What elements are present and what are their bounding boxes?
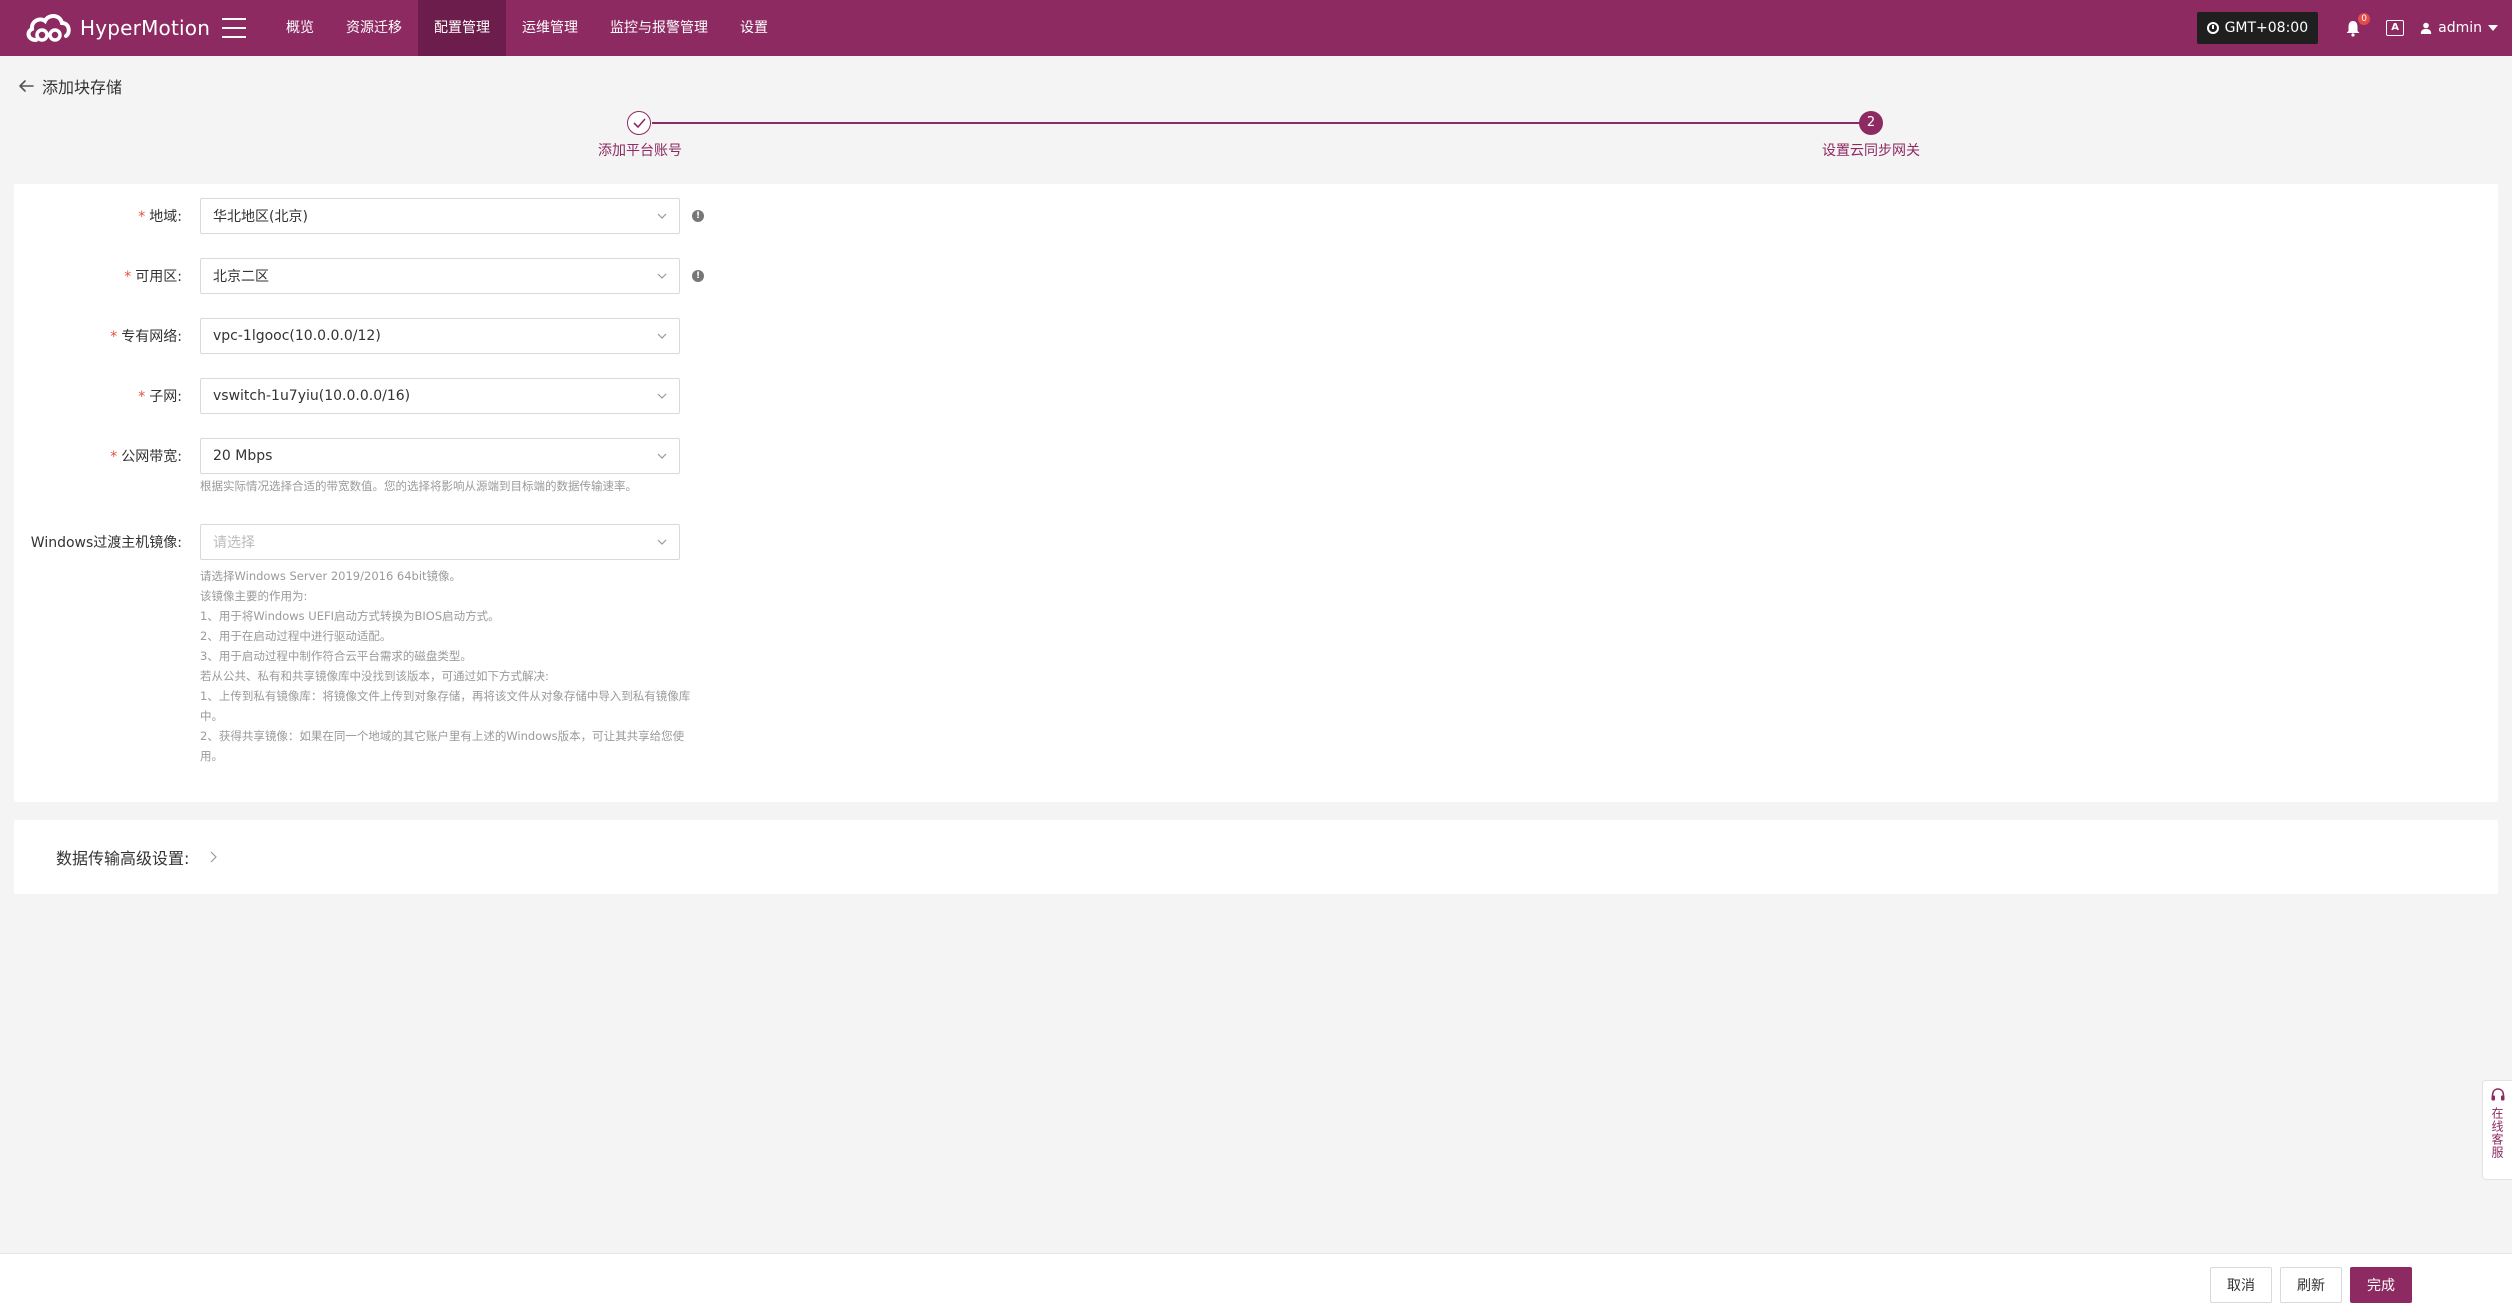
brand-logo[interactable]: HyperMotion [0, 0, 212, 56]
username: admin [2438, 20, 2482, 36]
region-value: 华北地区(北京) [213, 209, 308, 225]
chevron-down-icon [2488, 25, 2498, 31]
chevron-down-icon [657, 213, 667, 219]
bandwidth-select[interactable]: 20 Mbps [200, 438, 680, 474]
brand-name: HyperMotion [80, 16, 211, 40]
windows-image-placeholder: 请选择 [213, 535, 255, 551]
bandwidth-hint: 根据实际情况选择合适的带宽数值。您的选择将影响从源端到目标端的数据传输速率。 [200, 479, 637, 493]
main-nav: 概览 资源迁移 配置管理 运维管理 监控与报警管理 设置 [270, 0, 784, 56]
wizard-steps: 2 添加平台账号 设置云同步网关 [0, 108, 2512, 168]
check-icon [632, 118, 646, 128]
cloud-logo-icon [26, 14, 71, 42]
nav-item-overview[interactable]: 概览 [270, 0, 330, 56]
chevron-down-icon [657, 453, 667, 459]
finish-button[interactable]: 完成 [2350, 1267, 2412, 1303]
help-line: 1、用于将Windows UEFI启动方式转换为BIOS启动方式。 [200, 609, 500, 623]
help-line: 该镜像主要的作用为: [200, 589, 308, 603]
bandwidth-value: 20 Mbps [213, 448, 273, 464]
vpc-label: 专有网络: [121, 329, 182, 345]
required-mark: * [124, 269, 132, 285]
vpc-value: vpc-1lgooc(10.0.0.0/12) [213, 328, 381, 344]
subnet-label: 子网: [149, 389, 182, 405]
nav-item-settings[interactable]: 设置 [724, 0, 784, 56]
footer-actions: 取消 刷新 完成 [0, 1253, 2512, 1314]
region-label: 地域: [149, 209, 182, 225]
required-mark: * [138, 389, 146, 405]
help-line: 2、用于在启动过程中进行驱动适配。 [200, 629, 392, 643]
info-icon[interactable]: ! [692, 210, 704, 222]
arrow-left-icon [19, 80, 34, 92]
nav-item-migration[interactable]: 资源迁移 [330, 0, 418, 56]
timezone-display[interactable]: GMT+08:00 [2196, 12, 2319, 44]
help-line: 3、用于启动过程中制作符合云平台需求的磁盘类型。 [200, 649, 472, 663]
info-icon[interactable]: ! [692, 270, 704, 282]
chevron-down-icon [657, 273, 667, 279]
headset-icon [2491, 1088, 2504, 1101]
required-mark: * [110, 449, 118, 465]
header-actions: GMT+08:00 0 A admin [2196, 0, 2498, 56]
form-row-vpc: * 专有网络: vpc-1lgooc(10.0.0.0/12) [14, 318, 2498, 354]
user-menu[interactable]: admin [2420, 20, 2498, 36]
user-icon [2420, 22, 2432, 34]
online-service-tab[interactable]: 在线客服 [2482, 1080, 2512, 1180]
bandwidth-label: 公网带宽: [121, 449, 182, 465]
translate-icon[interactable]: A [2386, 20, 2405, 36]
top-navigation-bar: HyperMotion 概览 资源迁移 配置管理 运维管理 监控与报警管理 设置… [0, 0, 2512, 56]
timezone-label: GMT+08:00 [2224, 20, 2309, 36]
windows-image-select[interactable]: 请选择 [200, 524, 680, 560]
notification-button[interactable]: 0 [2344, 13, 2371, 37]
online-service-label: 在线客服 [2490, 1107, 2504, 1159]
cancel-button[interactable]: 取消 [2210, 1267, 2272, 1303]
required-mark: * [138, 209, 146, 225]
advanced-settings-toggle[interactable]: 数据传输高级设置: [56, 845, 189, 869]
zone-label: 可用区: [135, 269, 182, 285]
form-row-bandwidth: * 公网带宽: 20 Mbps [14, 438, 2498, 474]
required-mark: * [110, 329, 118, 345]
windows-image-label: Windows过渡主机镜像: [30, 535, 182, 551]
help-line: 1、上传到私有镜像库：将镜像文件上传到对象存储，再将该文件从对象存储中导入到私有… [200, 689, 691, 723]
chevron-down-icon [657, 539, 667, 545]
help-line: 若从公共、私有和共享镜像库中没找到该版本，可通过如下方式解决: [200, 669, 549, 683]
form-row-region: * 地域: 华北地区(北京) ! [14, 198, 2498, 234]
chevron-down-icon [657, 333, 667, 339]
help-line: 请选择Windows Server 2019/2016 64bit镜像。 [200, 569, 462, 583]
form-row-windows-image: Windows过渡主机镜像: 请选择 [14, 524, 2498, 560]
step-2-indicator: 2 [1859, 111, 1883, 135]
back-button[interactable]: 添加块存储 [18, 74, 122, 98]
clock-icon [2206, 22, 2219, 34]
zone-value: 北京二区 [213, 269, 269, 285]
form-row-subnet: * 子网: vswitch-1u7yiu(10.0.0.0/16) [14, 378, 2498, 414]
vpc-select[interactable]: vpc-1lgooc(10.0.0.0/12) [200, 318, 680, 354]
advanced-settings-panel: 数据传输高级设置: [14, 820, 2498, 894]
subnet-value: vswitch-1u7yiu(10.0.0.0/16) [213, 388, 411, 404]
help-line: 2、获得共享镜像：如果在同一个地域的其它账户里有上述的Windows版本，可让其… [200, 729, 685, 763]
subnet-select[interactable]: vswitch-1u7yiu(10.0.0.0/16) [200, 378, 680, 414]
form-row-zone: * 可用区: 北京二区 ! [14, 258, 2498, 294]
gateway-settings-form: * 地域: 华北地区(北京) ! * 可用区: 北京二区 ! * 专有网络: vpc-… [14, 184, 2498, 802]
chevron-down-icon [657, 393, 667, 399]
refresh-button[interactable]: 刷新 [2280, 1267, 2342, 1303]
step-2-label: 设置云同步网关 [1822, 143, 1920, 159]
step-1-label: 添加平台账号 [598, 143, 682, 159]
windows-image-help: 请选择Windows Server 2019/2016 64bit镜像。 该镜像… [200, 566, 700, 766]
chevron-right-icon[interactable] [209, 851, 218, 863]
zone-select[interactable]: 北京二区 [200, 258, 680, 294]
nav-item-config[interactable]: 配置管理 [418, 0, 506, 56]
region-select[interactable]: 华北地区(北京) [200, 198, 680, 234]
nav-item-monitoring[interactable]: 监控与报警管理 [594, 0, 724, 56]
nav-item-ops[interactable]: 运维管理 [506, 0, 594, 56]
page-title: 添加块存储 [42, 78, 123, 97]
notification-badge: 0 [2358, 13, 2371, 25]
step-connector [652, 122, 1868, 124]
step-1-indicator [627, 111, 651, 135]
menu-toggle-icon[interactable] [222, 18, 246, 38]
